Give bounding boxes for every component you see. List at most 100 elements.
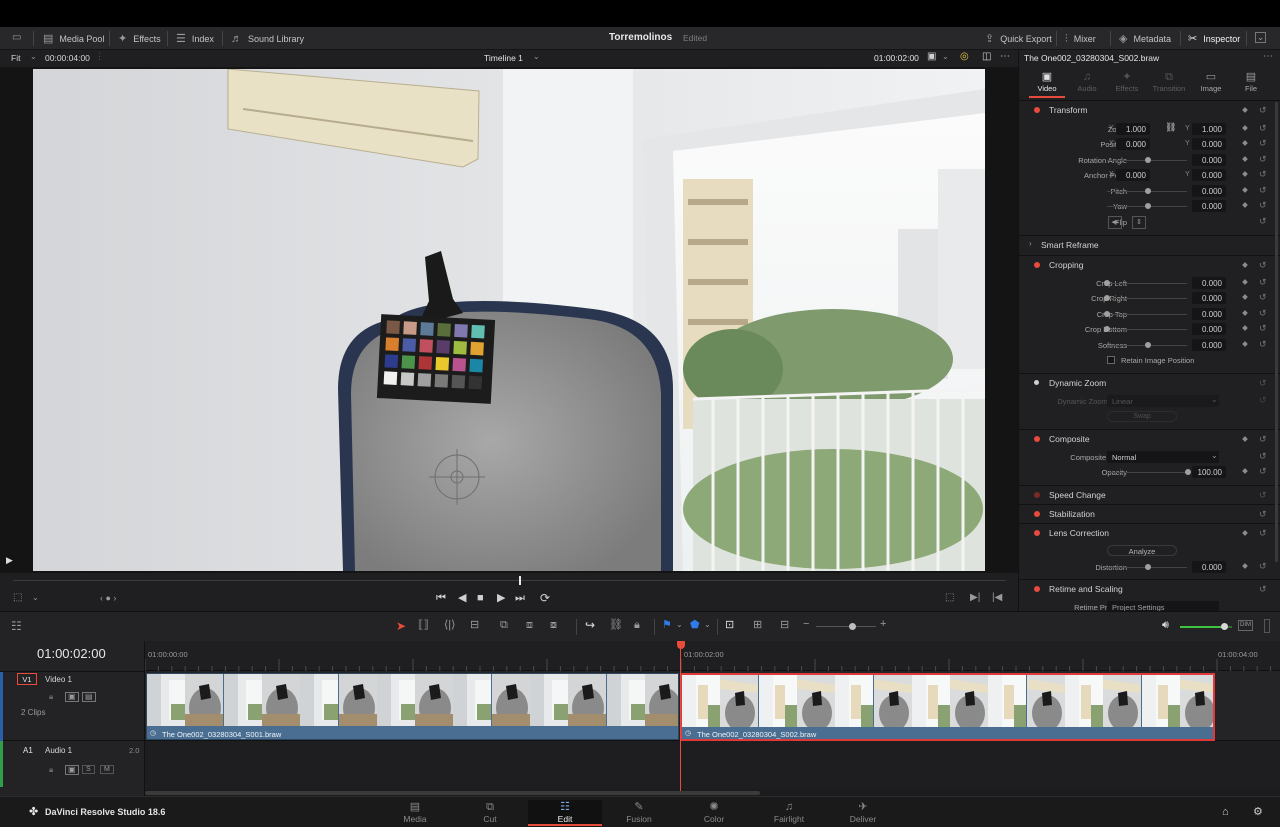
reset-icon[interactable]: ↺ xyxy=(1259,277,1267,288)
reset-icon[interactable]: ↺ xyxy=(1259,434,1267,445)
timeline-zoom-slider[interactable] xyxy=(816,626,876,627)
track-name[interactable]: Audio 1 xyxy=(45,746,72,755)
reset-icon[interactable]: ↺ xyxy=(1259,339,1267,350)
track-visibility-icon[interactable]: ▤ xyxy=(82,692,96,702)
settings-gear-icon[interactable]: ⚙ xyxy=(1253,805,1263,818)
more-options-icon[interactable]: ⋯ xyxy=(1000,52,1010,62)
expand-panel-icon[interactable]: ⌄ xyxy=(1255,32,1266,43)
keyframe-icon[interactable] xyxy=(1242,156,1248,162)
keyframe-icon[interactable] xyxy=(1242,325,1248,331)
composite-mode-dropdown[interactable]: Normal xyxy=(1107,451,1219,463)
keyframe-icon[interactable] xyxy=(1242,310,1248,316)
lock-icon[interactable]: 🔒︎ xyxy=(49,766,53,774)
keyframe-icon[interactable] xyxy=(1242,187,1248,193)
reset-icon[interactable]: ↺ xyxy=(1259,154,1267,165)
auto-select-icon[interactable]: ▣ xyxy=(65,692,79,702)
chevron-down-icon[interactable]: ⌄ xyxy=(1211,396,1218,404)
page-color[interactable]: ✺ Color xyxy=(677,800,751,826)
softness-slider-knob[interactable] xyxy=(1145,342,1151,348)
crop-left-field[interactable]: 0.000 xyxy=(1192,277,1226,289)
yaw-field[interactable]: 0.000 xyxy=(1192,200,1226,212)
crop-top-slider[interactable] xyxy=(1107,314,1187,315)
previous-frame-icon[interactable]: |◀ xyxy=(992,593,1002,603)
stop-icon[interactable]: ■ xyxy=(477,593,484,604)
keyframe-icon[interactable] xyxy=(1242,171,1248,177)
crop-top-field[interactable]: 0.000 xyxy=(1192,308,1226,320)
tab-transition[interactable]: ⧉ Transition xyxy=(1149,72,1189,98)
chevron-down-icon[interactable]: ⌄ xyxy=(704,621,711,629)
position-x-field[interactable]: 0.000 xyxy=(1116,138,1150,150)
page-edit[interactable]: ☷ Edit xyxy=(528,800,602,826)
zoom-custom-icon[interactable]: ⊟ xyxy=(780,620,789,631)
trim-tool-icon[interactable]: ⟦⟧ xyxy=(418,620,429,631)
zoom-x-field[interactable]: 1.000 xyxy=(1116,123,1150,135)
page-fusion[interactable]: ✎ Fusion xyxy=(602,800,676,826)
keyframe-icon[interactable] xyxy=(1242,140,1248,146)
mute-button[interactable]: M xyxy=(100,765,114,774)
timeline-name[interactable]: Timeline 1 xyxy=(484,53,523,63)
rotation-slider-knob[interactable] xyxy=(1145,157,1151,163)
opacity-slider-knob[interactable] xyxy=(1185,469,1191,475)
play-reverse-icon[interactable]: ◀ xyxy=(458,593,466,604)
crop-left-slider-knob[interactable] xyxy=(1104,280,1110,286)
replace-clip-icon[interactable]: ⧇ xyxy=(550,620,557,631)
reset-icon[interactable]: ↺ xyxy=(1259,561,1267,572)
flag-icon[interactable]: ⚑ xyxy=(662,620,672,631)
reset-icon[interactable]: ↺ xyxy=(1259,138,1267,149)
reset-icon[interactable]: ↺ xyxy=(1259,260,1267,271)
reset-icon[interactable]: ↺ xyxy=(1259,323,1267,334)
home-icon[interactable]: ⌂ xyxy=(1222,806,1229,818)
reset-icon[interactable]: ↺ xyxy=(1259,200,1267,211)
position-lock-icon[interactable]: 🔒︎ xyxy=(634,620,640,631)
chevron-down-icon[interactable]: ⌄ xyxy=(942,53,949,61)
crop-tool-icon[interactable]: ⬚ xyxy=(13,593,22,603)
page-media[interactable]: ▤ Media xyxy=(378,800,452,826)
match-frame-icon[interactable]: ⬚ xyxy=(945,593,954,603)
inspector-scrollbar[interactable] xyxy=(1275,102,1278,562)
sound-library-button[interactable]: ♬ Sound Library xyxy=(231,32,304,46)
link-icon[interactable]: ⛓ xyxy=(1165,123,1176,132)
ease-dropdown[interactable]: Linear xyxy=(1107,395,1219,407)
flip-horizontal-icon[interactable]: ◂▸ xyxy=(1108,216,1122,229)
crop-left-slider[interactable] xyxy=(1107,283,1187,284)
enable-toggle[interactable] xyxy=(1034,492,1040,498)
metadata-button[interactable]: ◈ Metadata xyxy=(1119,32,1171,46)
media-pool-button[interactable]: ▤ Media Pool xyxy=(43,32,104,46)
timeline[interactable]: 01:00:00:00 01:00:02:00 01:00:04:00 ◷ Th… xyxy=(0,641,1280,796)
crop-top-slider-knob[interactable] xyxy=(1104,311,1110,317)
overwrite-clip-icon[interactable]: ⧈ xyxy=(526,620,533,631)
anchor-x-field[interactable]: 0.000 xyxy=(1116,169,1150,181)
chevron-down-icon[interactable]: ⌄ xyxy=(676,621,683,629)
crop-right-slider-knob[interactable] xyxy=(1104,295,1110,301)
zoom-detail-icon[interactable]: ⊞ xyxy=(753,620,762,631)
reset-icon[interactable]: ↺ xyxy=(1259,378,1267,389)
dynamic-zoom-section-header[interactable]: Dynamic Zoom ↺ xyxy=(1019,373,1280,392)
composite-section-header[interactable]: Composite ↺ xyxy=(1019,429,1280,448)
keyframe-icon[interactable] xyxy=(1242,202,1248,208)
scrub-playhead[interactable] xyxy=(519,576,522,585)
lock-icon[interactable]: 🔒︎ xyxy=(49,693,53,701)
timeline-zoom-knob[interactable] xyxy=(849,623,856,630)
timeline-clip[interactable]: ◷ The One002_03280304_S001.braw xyxy=(146,673,679,740)
quick-export-button[interactable]: ⇪ Quick Export xyxy=(985,32,1052,46)
keyframe-icon[interactable] xyxy=(1242,468,1248,474)
enable-toggle[interactable] xyxy=(1034,107,1040,113)
page-cut[interactable]: ⧉ Cut xyxy=(453,800,527,826)
selection-tool-icon[interactable]: ➤ xyxy=(396,620,406,632)
analyze-button[interactable]: Analyze xyxy=(1107,545,1177,556)
track-name[interactable]: Video 1 xyxy=(45,675,72,684)
reset-icon[interactable]: ↺ xyxy=(1259,451,1267,462)
keyframe-icon[interactable] xyxy=(1242,262,1248,268)
cropping-section-header[interactable]: Cropping ↺ xyxy=(1019,255,1280,274)
next-frame-icon[interactable]: ▶| xyxy=(970,593,980,603)
video-frame[interactable] xyxy=(33,69,985,571)
retime-section-header[interactable]: Retime and Scaling ↺ xyxy=(1019,579,1280,598)
workspace-layout-icon[interactable]: ▭ xyxy=(12,33,21,43)
blade-tool-icon[interactable]: ⊟ xyxy=(470,620,479,631)
scrub-bar[interactable] xyxy=(13,580,1006,581)
distortion-field[interactable]: 0.000 xyxy=(1192,561,1226,573)
page-deliver[interactable]: ✈ Deliver xyxy=(826,800,900,826)
keyframe-icon[interactable] xyxy=(1242,530,1248,536)
enable-toggle[interactable] xyxy=(1034,262,1040,268)
solo-button[interactable]: S xyxy=(82,765,95,774)
